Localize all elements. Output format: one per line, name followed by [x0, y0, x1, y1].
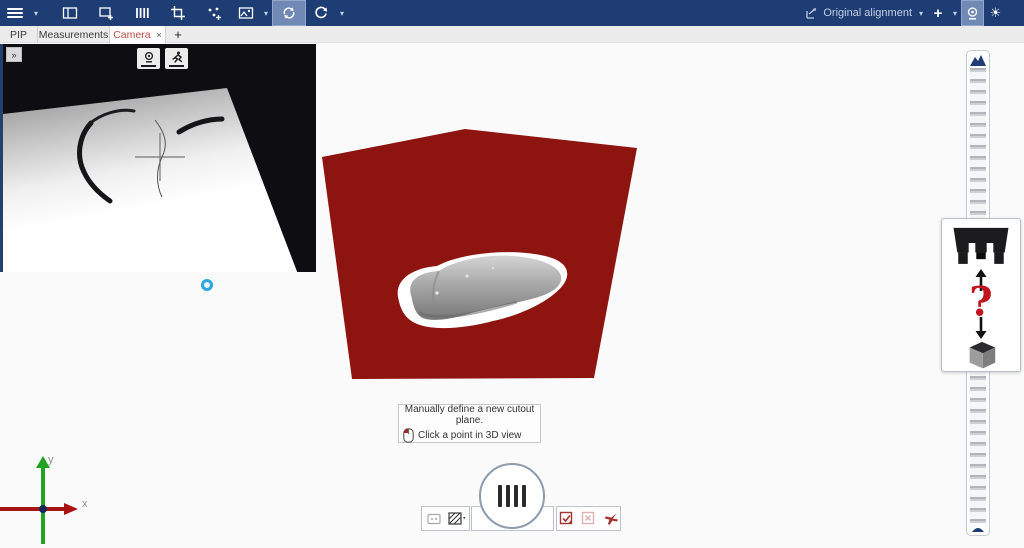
question-mark: ?	[969, 282, 992, 322]
app-window: ▾	[0, 0, 1024, 548]
fringe-bars-icon	[498, 485, 502, 507]
discard-scan-icon	[581, 511, 596, 526]
panel-expand-button[interactable]: »	[6, 47, 22, 62]
webcam-view-button[interactable]	[961, 0, 984, 26]
cutout-plane	[322, 129, 637, 379]
tab-camera[interactable]: Camera ×	[110, 26, 166, 43]
camera-image	[3, 44, 316, 272]
add-element-caret-icon[interactable]: ▾	[949, 0, 961, 26]
sync-icon	[281, 5, 297, 21]
display-options-group	[421, 506, 470, 531]
start-scan-button[interactable]	[479, 463, 545, 529]
scan-confirm-group	[556, 506, 621, 531]
tooltip-text: Manually define a new cutout plane.	[403, 404, 536, 426]
x-axis-label: x	[82, 498, 88, 510]
near-range-icon	[971, 525, 985, 532]
refresh-icon	[313, 5, 329, 21]
tooltip-action-text: Click a point in 3D view	[418, 430, 521, 441]
panel-layout-icon	[62, 5, 78, 21]
hamburger-icon	[7, 8, 23, 18]
distance-question: ?	[961, 269, 1001, 339]
airplane-icon	[603, 511, 619, 527]
tab-close-icon[interactable]: ×	[157, 30, 162, 40]
point-cloud-icon	[206, 5, 222, 21]
add-element-button[interactable]: +	[927, 0, 949, 26]
refresh-button[interactable]	[306, 0, 336, 26]
texture-mode-icon	[448, 512, 466, 526]
active-indicator	[169, 65, 184, 67]
camera-mode-button[interactable]	[137, 48, 160, 69]
refresh-caret-icon[interactable]: ▾	[336, 0, 348, 26]
active-indicator	[141, 65, 156, 67]
crop-button[interactable]	[160, 0, 196, 26]
alignment-icon	[804, 6, 818, 20]
mouse-left-click-icon	[403, 428, 414, 443]
accept-scan-button[interactable]	[557, 509, 576, 529]
runner-icon	[170, 51, 184, 64]
tab-measurements[interactable]: Measurements	[38, 26, 110, 43]
main-toolbar: ▾	[0, 0, 1024, 26]
crop-icon	[170, 5, 186, 21]
scan-distance-helper: ?	[941, 218, 1021, 372]
webcam-icon	[965, 6, 980, 21]
alignment-dropdown[interactable]: Original alignment	[821, 7, 915, 19]
instruction-tooltip: Manually define a new cutout plane. Clic…	[398, 404, 541, 443]
texture-mode-button[interactable]	[447, 509, 467, 529]
menu-caret-icon[interactable]: ▾	[30, 0, 42, 26]
tab-camera-label: Camera	[113, 29, 150, 41]
transform-scan-button[interactable]	[601, 509, 620, 529]
sync-button[interactable]	[272, 0, 306, 26]
tracking-marker-icon	[201, 279, 213, 291]
far-range-icon	[970, 54, 986, 66]
panel-layout-button[interactable]	[52, 0, 88, 26]
snapshot-caret-icon[interactable]: ▾	[260, 0, 272, 26]
alignment-caret-icon[interactable]: ▾	[915, 0, 927, 26]
pip-toggle-icon	[427, 513, 441, 525]
brightness-button[interactable]: ☀	[984, 0, 1007, 26]
scanner-device-icon	[949, 226, 1013, 268]
fringe-pattern-button[interactable]	[124, 0, 160, 26]
snapshot-button[interactable]	[232, 0, 260, 26]
tab-pip[interactable]: PIP	[0, 26, 38, 43]
y-axis-label: y	[48, 454, 54, 466]
accept-scan-icon	[559, 511, 574, 526]
point-cloud-button[interactable]	[196, 0, 232, 26]
tab-add-button[interactable]: +	[166, 26, 190, 43]
fringe-pattern-icon	[134, 5, 150, 21]
add-annotation-icon	[98, 5, 114, 21]
add-annotation-button[interactable]	[88, 0, 124, 26]
pip-toggle-button[interactable]	[424, 509, 444, 529]
view-tabbar: PIP Measurements Camera × +	[0, 26, 1024, 43]
camera-live-view[interactable]: »	[0, 44, 316, 272]
live-tracking-button[interactable]	[165, 48, 188, 69]
discard-scan-button[interactable]	[579, 509, 598, 529]
webcam-icon	[142, 51, 156, 64]
alignment-button[interactable]	[801, 0, 821, 26]
viewport-3d[interactable]	[315, 125, 647, 383]
snapshot-icon	[238, 5, 254, 21]
object-cube-icon	[959, 339, 1003, 371]
menu-button[interactable]	[0, 0, 30, 26]
